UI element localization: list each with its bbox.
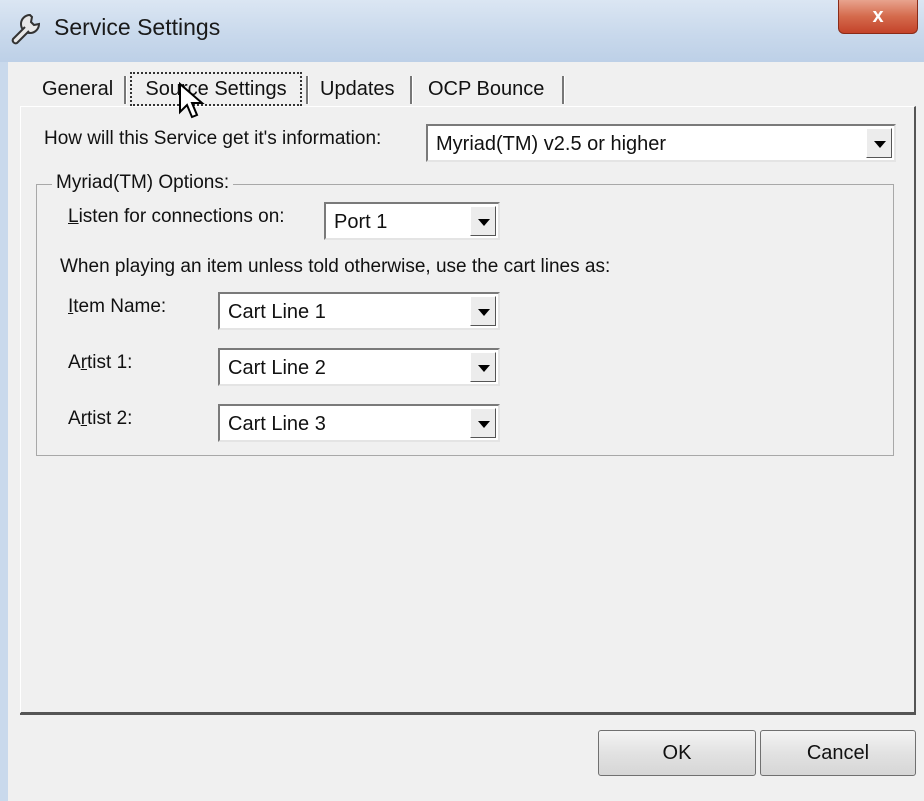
source-question-label: How will this Service get it's informati… bbox=[44, 128, 382, 149]
close-button[interactable]: x bbox=[838, 0, 918, 34]
item-name-label-text: tem Name: bbox=[73, 296, 167, 317]
artist1-dropdown-button[interactable] bbox=[470, 352, 496, 382]
ok-button[interactable]: OK bbox=[598, 730, 756, 776]
myriad-options-title: Myriad(TM) Options: bbox=[52, 172, 234, 194]
item-name-select[interactable]: Cart Line 1 bbox=[218, 292, 500, 330]
chevron-down-icon bbox=[478, 421, 490, 428]
artist1-label-start: A bbox=[68, 352, 81, 373]
artist1-label-text: tist 1: bbox=[87, 352, 133, 373]
item-name-select-value: Cart Line 1 bbox=[228, 301, 326, 323]
artist2-label: Artist 2: bbox=[68, 408, 132, 430]
source-select[interactable]: Myriad(TM) v2.5 or higher bbox=[426, 124, 896, 162]
listen-label: Listen for connections on: bbox=[68, 206, 285, 228]
tab-divider bbox=[410, 76, 413, 104]
title-bar[interactable]: Service Settings x bbox=[0, 0, 924, 62]
window-title: Service Settings bbox=[54, 14, 221, 40]
tab-divider bbox=[124, 76, 127, 104]
button-area-separator bbox=[20, 713, 916, 715]
source-dropdown-button[interactable] bbox=[866, 128, 892, 158]
item-name-dropdown-button[interactable] bbox=[470, 296, 496, 326]
tab-divider bbox=[306, 76, 309, 104]
window-border bbox=[0, 62, 8, 801]
listen-label-text: isten for connections on: bbox=[78, 206, 285, 227]
port-dropdown-button[interactable] bbox=[470, 206, 496, 236]
cancel-button[interactable]: Cancel bbox=[760, 730, 916, 776]
mouse-cursor-icon bbox=[179, 82, 205, 119]
listen-label-access-key: L bbox=[68, 206, 79, 227]
tab-divider bbox=[562, 76, 565, 104]
tab-ocp-bounce[interactable]: OCP Bounce bbox=[420, 72, 552, 106]
close-icon: x bbox=[872, 5, 884, 27]
port-select[interactable]: Port 1 bbox=[324, 202, 500, 240]
chevron-down-icon bbox=[478, 365, 490, 372]
chevron-down-icon bbox=[478, 219, 490, 226]
artist2-select-value: Cart Line 3 bbox=[228, 413, 326, 435]
artist1-select[interactable]: Cart Line 2 bbox=[218, 348, 500, 386]
chevron-down-icon bbox=[478, 309, 490, 316]
artist2-select[interactable]: Cart Line 3 bbox=[218, 404, 500, 442]
tab-updates[interactable]: Updates bbox=[312, 72, 403, 106]
artist2-label-start: A bbox=[68, 408, 81, 429]
source-select-value: Myriad(TM) v2.5 or higher bbox=[436, 133, 667, 155]
item-name-label: Item Name: bbox=[68, 296, 166, 318]
port-select-value: Port 1 bbox=[334, 211, 388, 233]
artist1-select-value: Cart Line 2 bbox=[228, 357, 326, 379]
artist2-label-text: tist 2: bbox=[87, 408, 133, 429]
artist1-label: Artist 1: bbox=[68, 352, 132, 374]
chevron-down-icon bbox=[874, 141, 886, 148]
cart-lines-hint: When playing an item unless told otherwi… bbox=[60, 256, 611, 277]
artist2-dropdown-button[interactable] bbox=[470, 408, 496, 438]
tab-source-settings[interactable]: Source Settings bbox=[130, 72, 302, 106]
wrench-icon bbox=[11, 13, 41, 45]
tab-general[interactable]: General bbox=[34, 72, 121, 106]
